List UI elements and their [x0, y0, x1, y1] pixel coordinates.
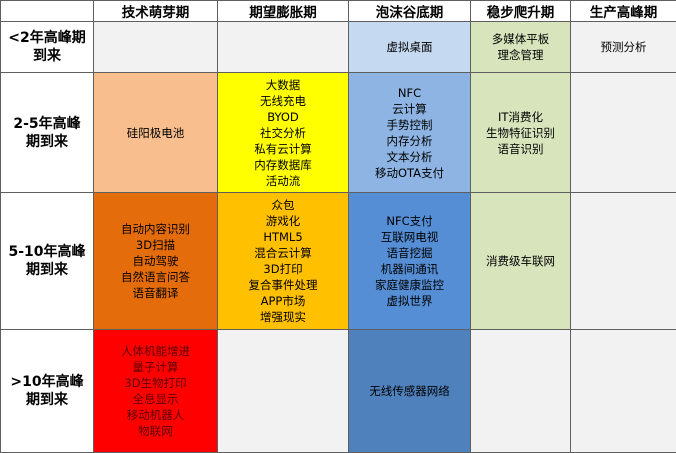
- technology-item: 手势控制: [349, 117, 470, 133]
- row-header-line: >10年高峰: [1, 373, 93, 391]
- row-header-line: 期到来: [1, 391, 93, 409]
- row-header-line: 期到来: [1, 133, 93, 151]
- technology-item: 云计算: [349, 101, 470, 117]
- technology-item: 语音翻译: [94, 285, 217, 301]
- technology-item: BYOD: [218, 109, 348, 125]
- column-header-trough: 泡沫谷底期: [349, 1, 471, 22]
- row-header-line: <2年高峰期: [1, 29, 93, 47]
- table-cell: 大数据 无线充电 BYOD 社交分析 私有云计算 内存数据库 活动流: [218, 73, 349, 193]
- technology-item: 人体机能增进: [94, 343, 217, 359]
- table-cell: 无线传感器网络: [349, 330, 471, 453]
- technology-item: 自然语言问答: [94, 269, 217, 285]
- technology-item: 量子计算: [94, 359, 217, 375]
- technology-item: 家庭健康监控: [349, 277, 470, 293]
- technology-item: 内存分析: [349, 133, 470, 149]
- table-cell: [571, 330, 676, 453]
- technology-item: 互联网电视: [349, 229, 470, 245]
- row-header: 2-5年高峰 期到来: [1, 73, 94, 193]
- row-header-line: 5-10年高峰: [1, 243, 93, 261]
- technology-item: 消费级车联网: [471, 253, 570, 269]
- table-cell: 虚拟桌面: [349, 22, 471, 73]
- technology-item: 无线充电: [218, 93, 348, 109]
- technology-item: 物联网: [94, 423, 217, 439]
- row-header: <2年高峰期 到来: [1, 22, 94, 73]
- technology-item: NFC: [349, 85, 470, 101]
- table-cell: 消费级车联网: [471, 193, 571, 330]
- technology-item: NFC支付: [349, 213, 470, 229]
- technology-item: 全息显示: [94, 391, 217, 407]
- corner-cell: [1, 1, 94, 22]
- table-cell: IT消费化 生物特征识别 语音识别: [471, 73, 571, 193]
- row-header: 5-10年高峰 期到来: [1, 193, 94, 330]
- table-cell: 硅阳极电池: [94, 73, 218, 193]
- table-cell: [94, 22, 218, 73]
- technology-item: 机器间通讯: [349, 261, 470, 277]
- table-cell: 人体机能增进 量子计算 3D生物打印 全息显示 移动机器人 物联网: [94, 330, 218, 453]
- technology-item: 混合云计算: [218, 245, 348, 261]
- technology-item: 私有云计算: [218, 141, 348, 157]
- column-header-tech-trigger: 技术萌芽期: [94, 1, 218, 22]
- row-header: >10年高峰 期到来: [1, 330, 94, 453]
- technology-item: 语音挖掘: [349, 245, 470, 261]
- row-header-line: 到来: [1, 47, 93, 65]
- technology-item: APP市场: [218, 293, 348, 309]
- table-cell: 众包 游戏化 HTML5 混合云计算 3D打印 复合事件处理 APP市场 增强现…: [218, 193, 349, 330]
- technology-item: 预测分析: [571, 39, 676, 55]
- hype-cycle-table: 技术萌芽期 期望膨胀期 泡沫谷底期 稳步爬升期 生产高峰期 <2年高峰期 到来 …: [0, 0, 676, 453]
- technology-item: 虚拟世界: [349, 293, 470, 309]
- table-cell: 预测分析: [571, 22, 676, 73]
- technology-item: 移动机器人: [94, 407, 217, 423]
- technology-item: 移动OTA支付: [349, 165, 470, 181]
- technology-item: 多媒体平板: [471, 31, 570, 47]
- technology-item: 游戏化: [218, 213, 348, 229]
- header-row: 技术萌芽期 期望膨胀期 泡沫谷底期 稳步爬升期 生产高峰期: [1, 1, 676, 22]
- table-cell: [471, 330, 571, 453]
- technology-item: 理念管理: [471, 47, 570, 63]
- technology-item: 生物特征识别: [471, 125, 570, 141]
- technology-item: 无线传感器网络: [349, 383, 470, 399]
- column-header-plateau: 生产高峰期: [571, 1, 676, 22]
- table-cell: 自动内容识别 3D扫描 自动驾驶 自然语言问答 语音翻译: [94, 193, 218, 330]
- technology-item: 语音识别: [471, 141, 570, 157]
- row-header-line: 期到来: [1, 261, 93, 279]
- technology-item: 复合事件处理: [218, 277, 348, 293]
- table-cell: NFC支付 互联网电视 语音挖掘 机器间通讯 家庭健康监控 虚拟世界: [349, 193, 471, 330]
- table-row: 5-10年高峰 期到来 自动内容识别 3D扫描 自动驾驶 自然语言问答 语音翻译…: [1, 193, 676, 330]
- column-header-slope: 稳步爬升期: [471, 1, 571, 22]
- table-cell: [218, 330, 349, 453]
- technology-item: 活动流: [218, 173, 348, 189]
- technology-item: 增强现实: [218, 309, 348, 325]
- technology-item: 3D生物打印: [94, 375, 217, 391]
- row-header-line: 2-5年高峰: [1, 115, 93, 133]
- table-cell: [218, 22, 349, 73]
- table-cell: [571, 73, 676, 193]
- technology-item: IT消费化: [471, 109, 570, 125]
- technology-item: 内存数据库: [218, 157, 348, 173]
- technology-item: 虚拟桌面: [349, 39, 470, 55]
- technology-item: 硅阳极电池: [94, 125, 217, 141]
- table-row: >10年高峰 期到来 人体机能增进 量子计算 3D生物打印 全息显示 移动机器人…: [1, 330, 676, 453]
- table-row: 2-5年高峰 期到来 硅阳极电池 大数据 无线充电 BYOD 社交分析 私有云计…: [1, 73, 676, 193]
- column-header-inflated-expectations: 期望膨胀期: [218, 1, 349, 22]
- technology-item: 众包: [218, 197, 348, 213]
- table-row: <2年高峰期 到来 虚拟桌面 多媒体平板 理念管理 预测分析: [1, 22, 676, 73]
- technology-item: 自动内容识别: [94, 221, 217, 237]
- technology-item: 社交分析: [218, 125, 348, 141]
- technology-item: HTML5: [218, 229, 348, 245]
- table-cell: NFC 云计算 手势控制 内存分析 文本分析 移动OTA支付: [349, 73, 471, 193]
- technology-item: 3D扫描: [94, 237, 217, 253]
- technology-item: 文本分析: [349, 149, 470, 165]
- technology-item: 3D打印: [218, 261, 348, 277]
- technology-item: 大数据: [218, 77, 348, 93]
- technology-item: 自动驾驶: [94, 253, 217, 269]
- table-cell: [571, 193, 676, 330]
- table-cell: 多媒体平板 理念管理: [471, 22, 571, 73]
